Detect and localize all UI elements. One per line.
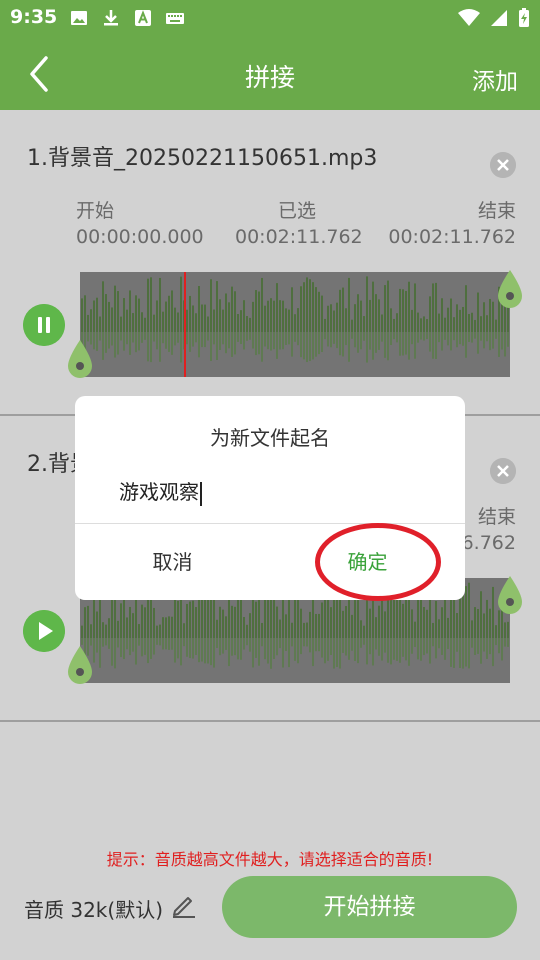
image-icon: [71, 11, 87, 25]
waveform[interactable]: [80, 272, 510, 377]
waveform-bars: [81, 276, 509, 363]
end-time-group: 结束 00:02:11.762: [388, 198, 516, 250]
keyboard-icon: [166, 13, 184, 24]
start-time-group: 开始 00:00:00.000: [76, 198, 204, 250]
end-time-group: 结束 6.762: [462, 504, 516, 556]
keyboard-a-icon: [135, 10, 151, 26]
wifi-icon: [458, 9, 480, 26]
selected-label: 已选: [277, 200, 316, 222]
dialog-title: 为新文件起名: [210, 426, 330, 450]
start-marker-icon[interactable]: [65, 340, 95, 378]
highlight-circle-annotation: [315, 523, 441, 601]
add-button[interactable]: 添加: [472, 62, 518, 96]
remove-track-icon[interactable]: [490, 458, 516, 484]
selected-time-group: 已选 00:02:11.762: [235, 198, 363, 250]
status-bar: 9:35: [0, 0, 540, 36]
end-time: 00:02:11.762: [388, 226, 516, 248]
battery-charging-icon: [519, 8, 529, 27]
pause-button-icon[interactable]: [23, 304, 65, 346]
status-system-icons: [458, 8, 530, 28]
filename-input[interactable]: 游戏观察: [119, 476, 202, 506]
quality-label: 音质 32k(默认): [24, 898, 163, 922]
end-marker-icon[interactable]: [495, 270, 525, 308]
status-time: 9:35: [10, 6, 58, 28]
track-divider: [0, 720, 540, 722]
cancel-button[interactable]: 取消: [75, 524, 270, 600]
page-title: 拼接: [244, 63, 295, 92]
end-label: 结束: [477, 200, 516, 222]
text-caret: [200, 481, 202, 506]
playhead-line[interactable]: [184, 272, 186, 377]
play-button-icon[interactable]: [23, 610, 65, 652]
end-time: 6.762: [461, 532, 516, 554]
end-label: 结束: [477, 506, 516, 528]
end-marker-icon[interactable]: [495, 576, 525, 614]
download-icon: [104, 10, 118, 26]
track-name: 1.背景音_20250221150651.mp3: [27, 146, 378, 171]
signal-icon: [491, 10, 507, 26]
start-merge-button[interactable]: 开始拼接: [222, 876, 517, 938]
start-time: 00:00:00.000: [76, 226, 204, 248]
status-notification-icons: [70, 9, 184, 27]
start-label: 开始: [76, 200, 115, 222]
quality-hint: 提示：音质越高文件越大，请选择适合的音质!: [106, 850, 434, 869]
app-bar: 拼接 添加: [0, 36, 540, 110]
selected-time: 00:02:11.762: [235, 226, 363, 248]
edit-pencil-icon[interactable]: [170, 891, 198, 919]
remove-track-icon[interactable]: [490, 152, 516, 178]
filename-input-value: 游戏观察: [119, 480, 199, 504]
start-marker-icon[interactable]: [65, 646, 95, 684]
track-item-1: 1.背景音_20250221150651.mp3 开始 00:00:00.000…: [0, 110, 540, 416]
